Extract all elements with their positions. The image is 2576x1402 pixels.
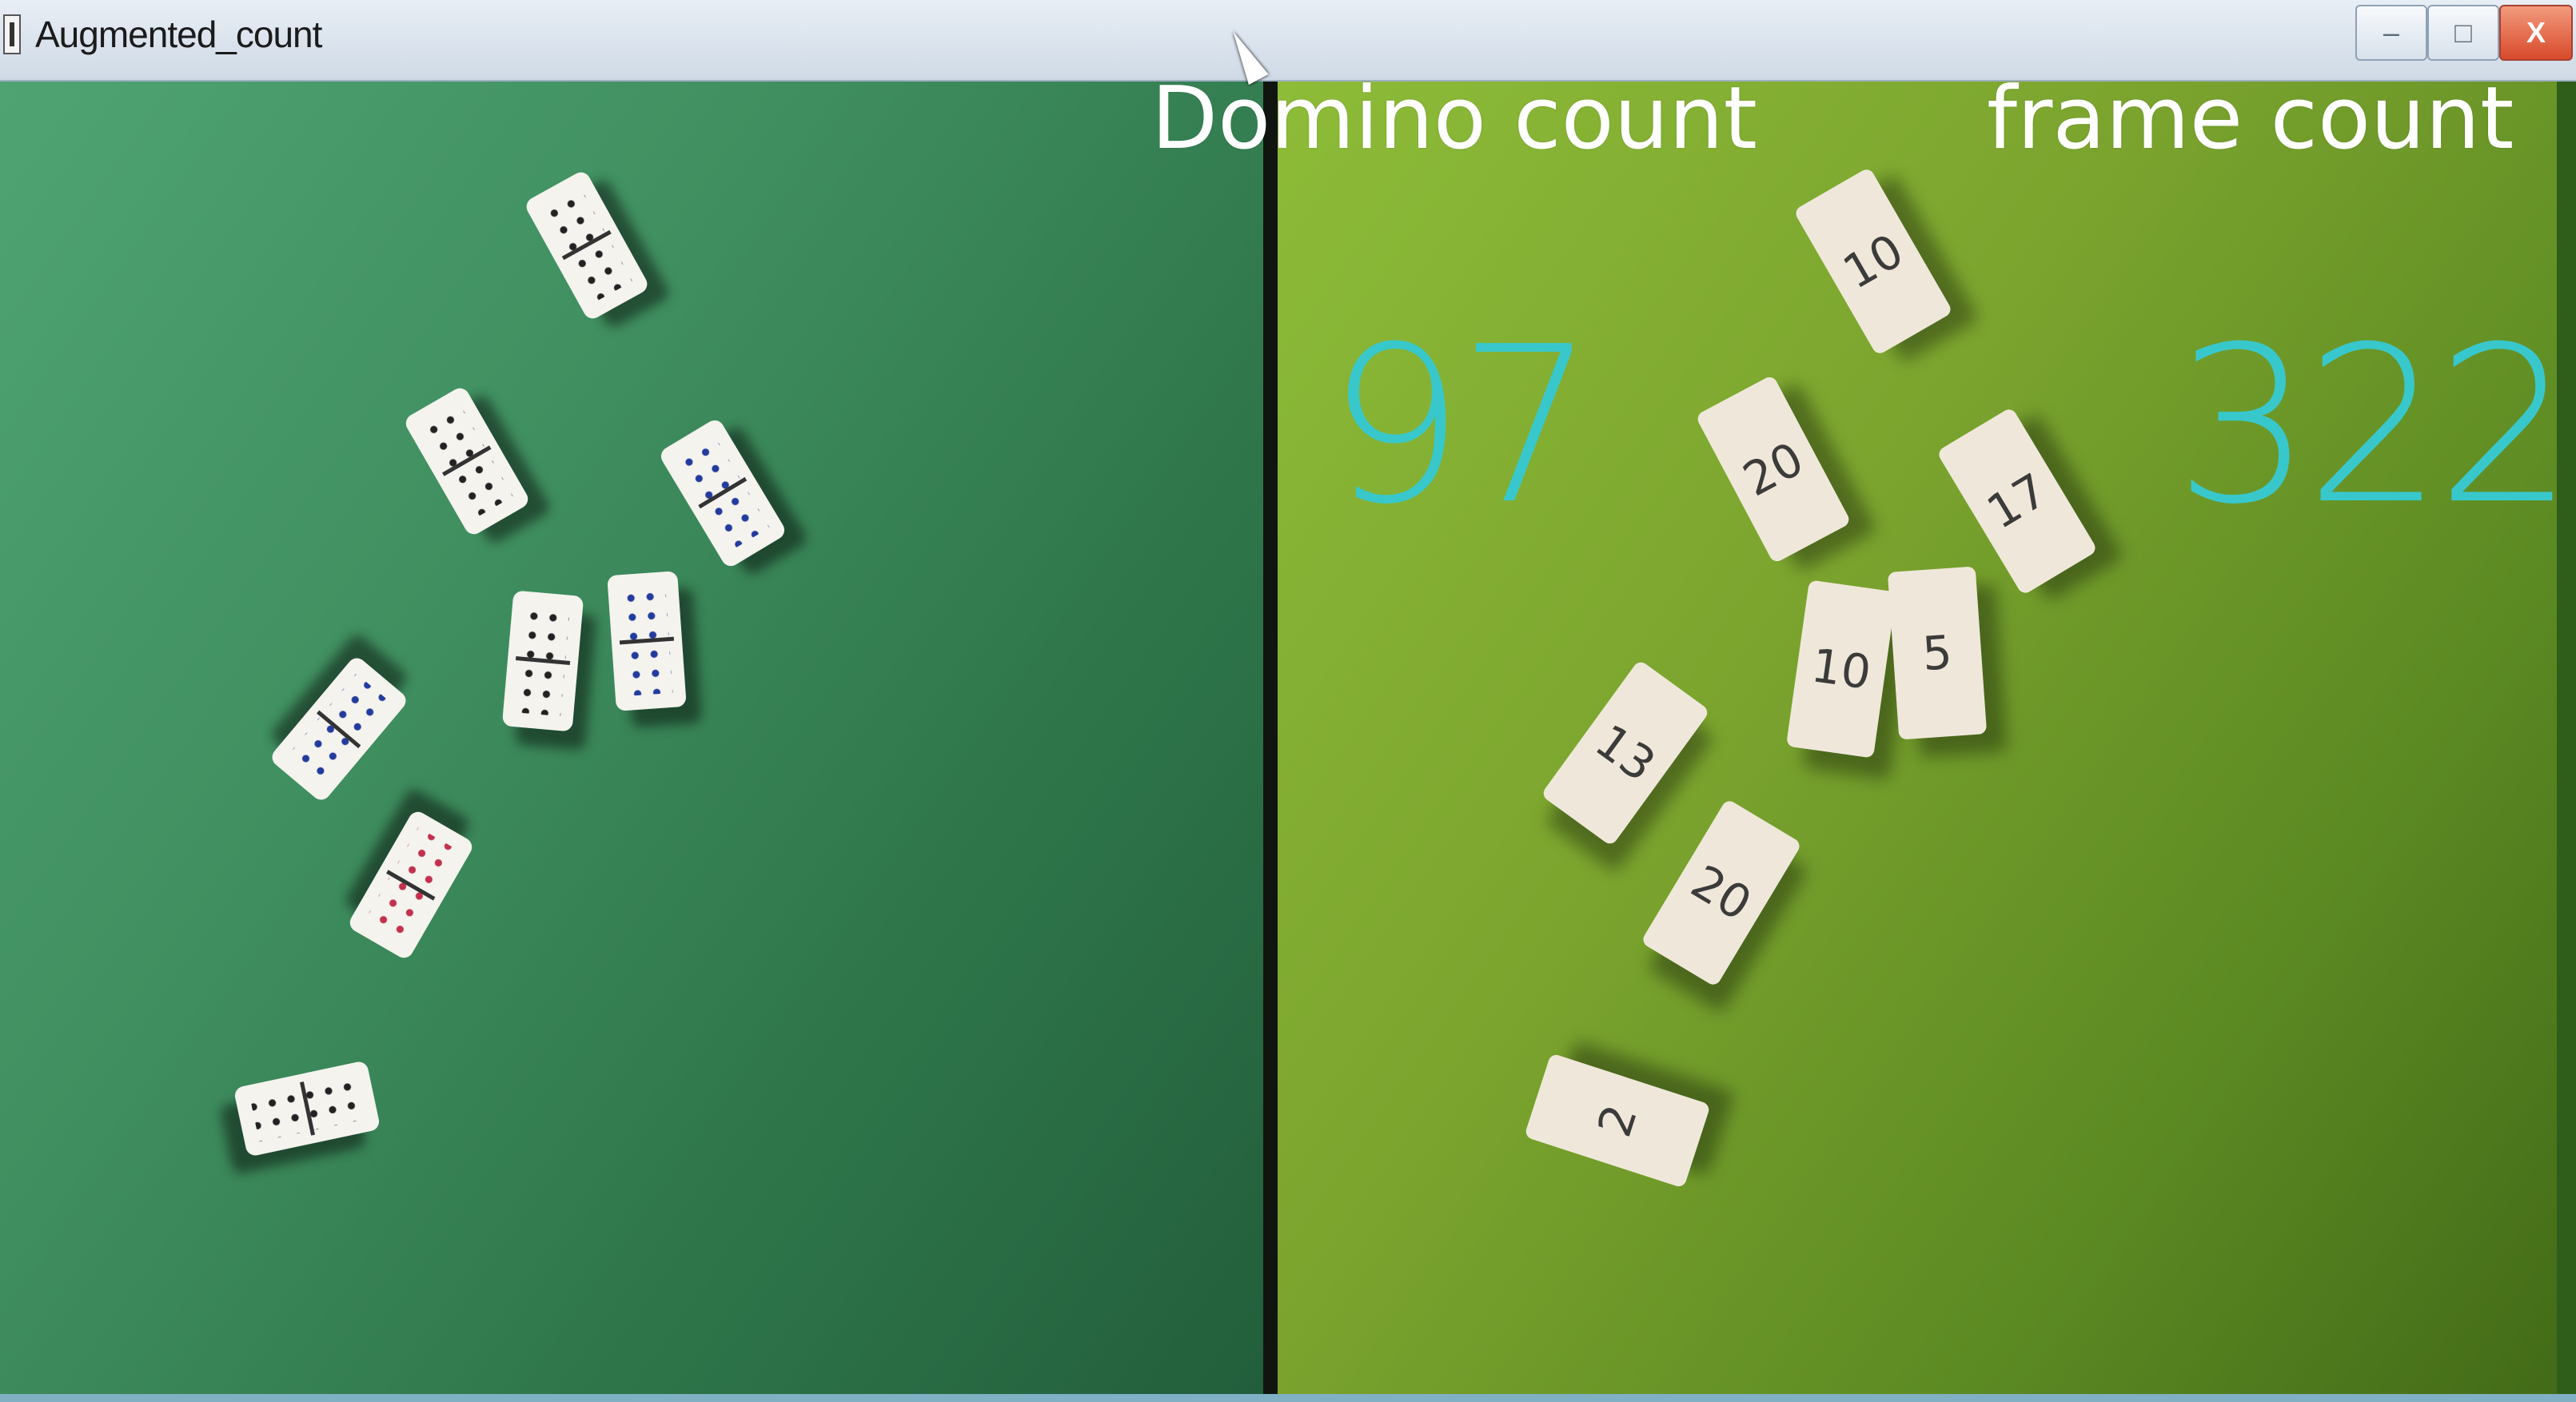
domino-piece [501, 590, 584, 732]
close-button[interactable]: X [2499, 5, 2573, 61]
maximize-button[interactable]: □ [2427, 5, 2499, 61]
domino-piece [346, 808, 476, 962]
augmented-domino-tile: 20 [1695, 374, 1852, 564]
augmented-domino-tile: 13 [1540, 659, 1711, 847]
domino-piece [607, 571, 687, 711]
augmented-domino-tile: 2 [1524, 1053, 1711, 1189]
domino-count-value: 97 [1327, 300, 1596, 552]
domino-piece [657, 416, 788, 570]
domino-piece [233, 1060, 381, 1157]
augmented-domino-tile: 20 [1640, 798, 1803, 988]
domino-piece [523, 169, 651, 322]
video-divider [1263, 82, 1278, 1394]
window-bottom-border [0, 1394, 2576, 1402]
domino-count-label: Domino count [1151, 69, 1758, 169]
original-video-frame [0, 82, 1263, 1394]
augmented-domino-tile: 5 [1887, 566, 1988, 740]
application-icon [3, 14, 21, 54]
domino-piece [268, 654, 410, 804]
augmented-domino-tile: 10 [1792, 166, 1954, 356]
frame-count-label: frame count [1987, 69, 2514, 169]
augmented-domino-tile: 10 [1785, 580, 1897, 759]
augmented-video-frame: 10 20 17 10 5 13 20 2 [1278, 82, 2557, 1394]
domino-piece [402, 384, 532, 538]
window-right-border [2557, 82, 2576, 1394]
frame-count-value: 322 [2175, 300, 2574, 552]
minimize-button[interactable]: – [2355, 5, 2427, 61]
window-title: Augmented_count [35, 14, 322, 55]
